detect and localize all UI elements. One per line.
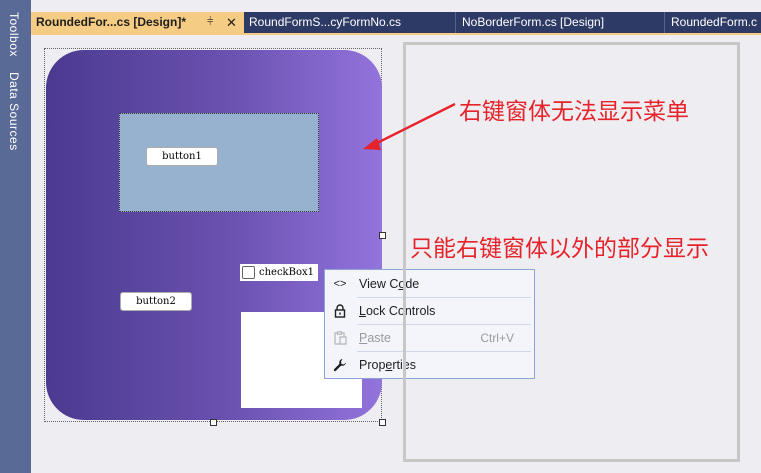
annotation-arrow: [363, 102, 456, 150]
